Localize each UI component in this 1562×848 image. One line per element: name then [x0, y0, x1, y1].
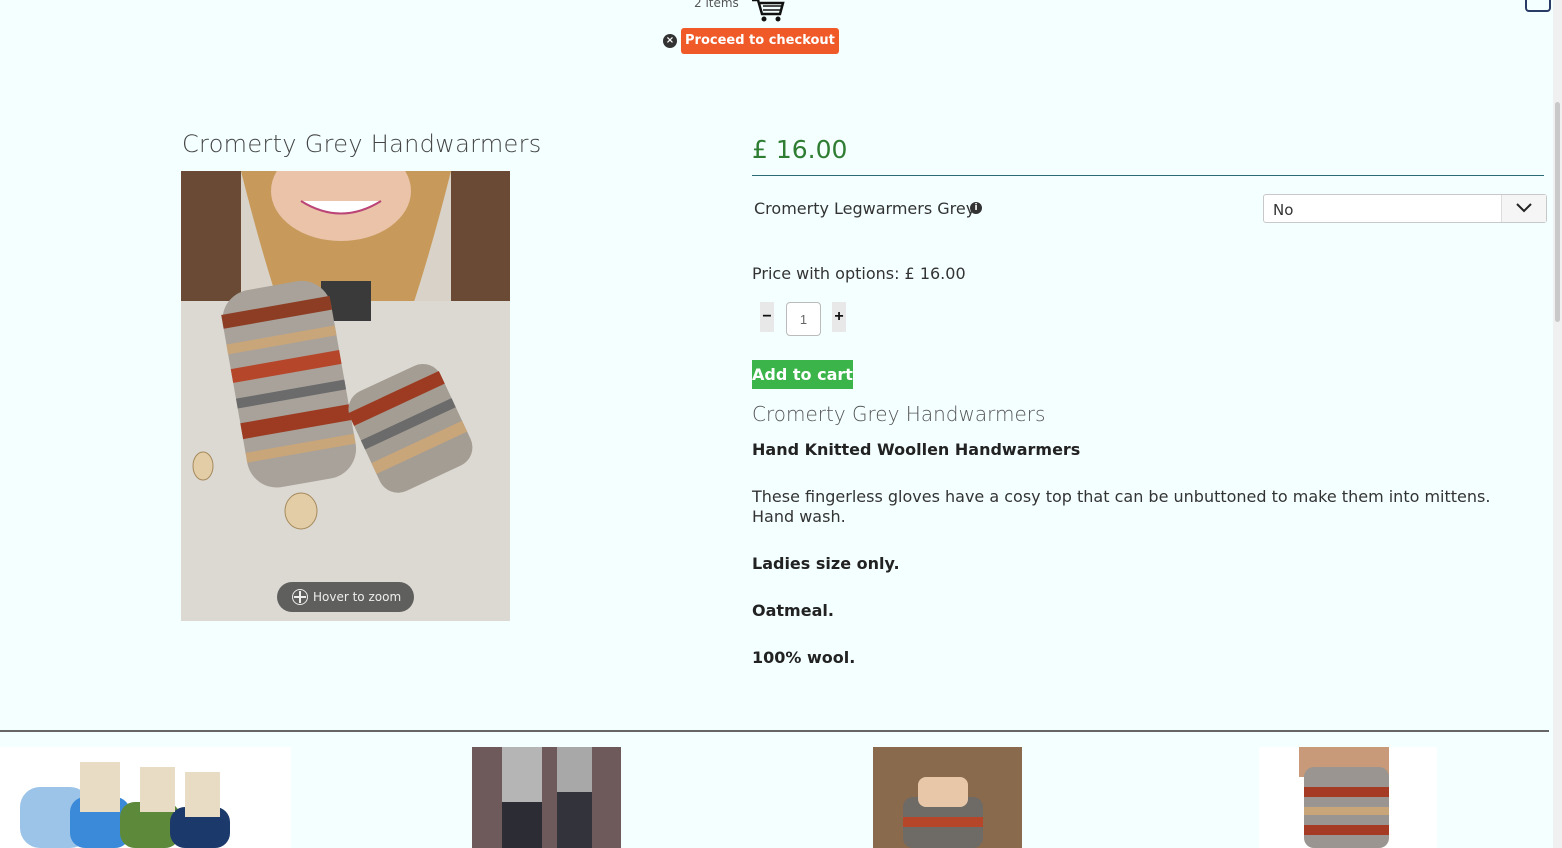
option-label: Cromerty Legwarmers Grey: [754, 199, 976, 218]
description-material: 100% wool.: [752, 648, 856, 667]
info-icon[interactable]: i: [970, 202, 982, 214]
price-with-options: Price with options: £ 16.00: [752, 264, 966, 283]
option-select[interactable]: No: [1263, 194, 1547, 223]
chevron-down-icon[interactable]: [1501, 195, 1546, 222]
option-selected-value: No: [1273, 201, 1294, 219]
related-product-image[interactable]: [472, 747, 621, 848]
description-colour: Oatmeal.: [752, 601, 834, 620]
quantity-input[interactable]: [786, 302, 821, 336]
related-product-image[interactable]: [873, 747, 1022, 848]
description-body: These fingerless gloves have a cosy top …: [752, 487, 1491, 526]
add-to-cart-button[interactable]: Add to cart: [752, 360, 853, 389]
section-divider: [0, 730, 1549, 732]
description-title: Cromerty Grey Handwarmers: [752, 402, 1046, 426]
description-subtitle: Hand Knitted Woollen Handwarmers: [752, 440, 1081, 459]
cart-item-count: 2 items: [694, 0, 739, 10]
account-icon[interactable]: [1525, 0, 1551, 12]
quantity-decrease-button[interactable]: −: [760, 302, 774, 332]
related-product-image[interactable]: [0, 747, 291, 848]
product-price: £ 16.00: [752, 135, 848, 164]
close-icon[interactable]: ×: [663, 34, 677, 48]
price-divider: [752, 175, 1544, 176]
zoom-icon: [292, 589, 308, 605]
cart-icon[interactable]: [750, 0, 786, 24]
quantity-increase-button[interactable]: +: [832, 302, 846, 332]
proceed-to-checkout-button[interactable]: Proceed to checkout: [681, 28, 839, 54]
scrollbar-thumb[interactable]: [1555, 102, 1560, 322]
product-image[interactable]: [181, 171, 510, 621]
description-size-note: Ladies size only.: [752, 554, 900, 573]
related-product-image[interactable]: [1259, 747, 1437, 848]
product-title: Cromerty Grey Handwarmers: [182, 130, 542, 158]
